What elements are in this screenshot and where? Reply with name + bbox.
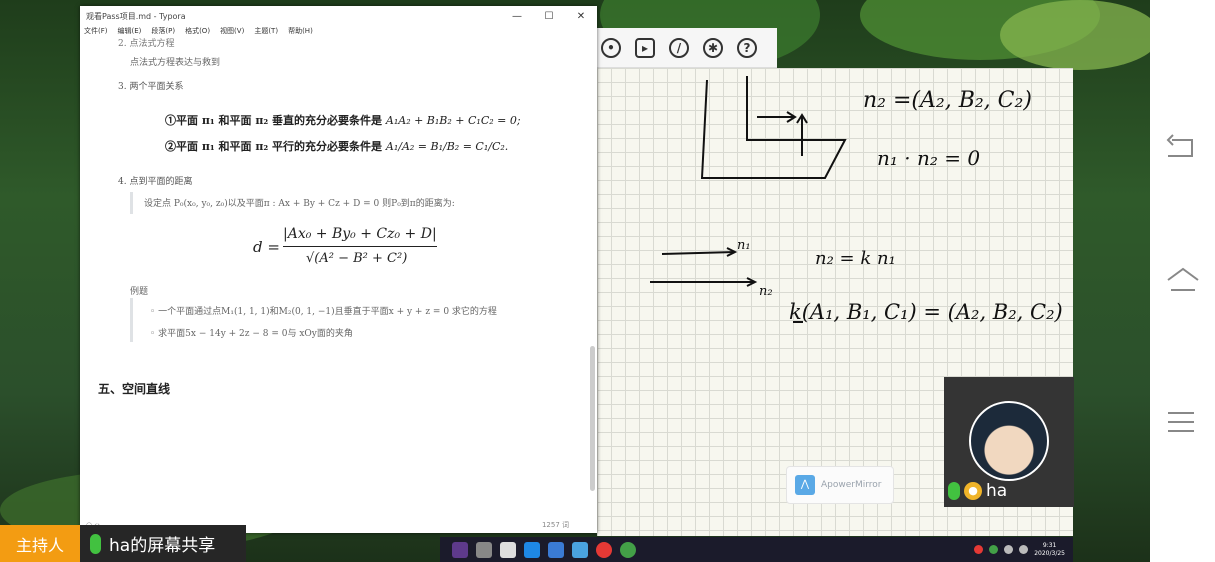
host-badge: 主持人 — [0, 525, 80, 562]
clock-time: 9:31 — [1042, 541, 1057, 549]
distance-lhs: d = — [253, 238, 280, 256]
taskbar-app-icon[interactable] — [452, 541, 468, 558]
handwriting-parallel-equation: n₂ = k n₁ — [815, 248, 896, 269]
brush-icon[interactable]: / — [669, 37, 689, 58]
help-icon[interactable]: ? — [737, 37, 757, 58]
document-content[interactable]: 2. 点法式方程 点法式方程表达与救到 3. 两个平面关系 ①平面 π₁ 和平面… — [80, 39, 597, 517]
parallel-formula: A₁/A₂ = B₁/B₂ = C₁/C₂. — [385, 140, 509, 153]
menu-view[interactable]: 视图(V) — [220, 26, 244, 40]
menu-help[interactable]: 帮助(H) — [288, 26, 313, 40]
apowermirror-logo-icon: ⋀ — [795, 475, 815, 495]
avatar — [969, 401, 1049, 481]
distance-denominator: √(A² − B² + C²) — [306, 251, 408, 266]
mic-icon — [948, 482, 960, 500]
handwriting-n2-definition: n₂ =(A₂, B₂, C₂) — [863, 88, 1032, 113]
heading-two-planes: 3. 两个平面关系 — [118, 82, 184, 92]
apowermirror-label: ApowerMirror — [821, 480, 882, 490]
distance-numerator: |Ax₀ + By₀ + Cz₀ + D| — [283, 226, 437, 242]
typora-window[interactable]: 观看Pass项目.md - Typora — ☐ ✕ 文件(F) 编辑(E) 段… — [80, 6, 597, 533]
scrollbar[interactable] — [590, 346, 595, 491]
menu-format[interactable]: 格式(O) — [185, 26, 210, 40]
typora-titlebar: 观看Pass项目.md - Typora — ☐ ✕ — [80, 6, 597, 26]
minimize-button[interactable]: — — [501, 11, 533, 22]
handwriting-dot-product: n₁ · n₂ = 0 — [877, 146, 981, 170]
taskbar-app-icon[interactable] — [476, 541, 492, 558]
screen-share-text: ha的屏幕共享 — [109, 536, 216, 556]
webcam-label: ● ha — [948, 481, 1007, 501]
menu-theme[interactable]: 主题(T) — [254, 26, 278, 40]
blockquote-bar — [130, 298, 133, 342]
maximize-button[interactable]: ☐ — [533, 11, 565, 22]
perpendicular-formula: A₁A₂ + B₁B₂ + C₁C₂ = 0; — [385, 114, 521, 127]
webcam-tile[interactable]: ● ha — [944, 377, 1074, 507]
parallel-condition: ②平面 π₁ 和平面 π₂ 平行的充分必要条件是 A₁/A₂ = B₁/B₂ =… — [165, 138, 508, 154]
example-2: ◦ 求平面5x − 14y + 2z − 8 = 0与 xOy面的夹角 — [150, 329, 353, 339]
example-1-text: 一个平面通过点M₁(1, 1, 1)和M₂(0, 1, −1)且垂直于平面x +… — [158, 307, 497, 317]
handwriting-n1-label: n₁ — [737, 238, 751, 253]
example-label: 例题 — [130, 287, 149, 297]
previous-heading: 2. 点法式方程 — [118, 39, 175, 49]
distance-given-text: 设定点 P₀(x₀, y₀, z₀)以及平面π : Ax + By + Cz +… — [144, 199, 455, 209]
foliage — [1000, 0, 1150, 70]
blockquote-bar — [130, 192, 133, 214]
edge-icon[interactable] — [524, 541, 540, 558]
desktop-background: • ▸ / ✱ ? n₂ =(A₂, B₂, C₂) n₁ · n₂ = 0 n… — [0, 0, 1150, 562]
parallel-text: ②平面 π₁ 和平面 π₂ 平行的充分必要条件是 — [165, 140, 386, 153]
android-nav-bar — [1150, 0, 1215, 562]
heading-distance: 4. 点到平面的距离 — [118, 177, 193, 187]
taskbar-app-icon[interactable] — [548, 541, 564, 558]
fraction-line — [283, 246, 437, 247]
back-icon[interactable] — [1166, 134, 1196, 160]
taskbar-app-icon[interactable] — [500, 541, 516, 558]
perpendicular-condition: ①平面 π₁ 和平面 π₂ 垂直的充分必要条件是 A₁A₂ + B₁B₂ + C… — [165, 112, 521, 128]
close-button[interactable]: ✕ — [565, 11, 597, 22]
heading-space-lines: 五、空间直线 — [98, 382, 171, 396]
handwriting-k-equation: k(A₁, B₁, C₁) = (A₂, B₂, C₂) — [789, 300, 1063, 324]
text-point-normal: 点法式方程表达与救到 — [130, 58, 221, 68]
system-tray: 9:31 2020/3/25 — [974, 542, 1073, 558]
home-icon[interactable] — [1166, 266, 1200, 294]
menu-icon[interactable] — [1166, 410, 1196, 434]
whiteboard-toolbar: • ▸ / ✱ ? — [597, 28, 777, 68]
apowermirror-watermark: ⋀ ApowerMirror — [786, 466, 894, 504]
menu-file[interactable]: 文件(F) — [84, 26, 108, 40]
camera-icon[interactable]: • — [601, 37, 621, 58]
tray-icon[interactable] — [1019, 545, 1029, 554]
clock-date: 2020/3/25 — [1034, 549, 1065, 557]
taskbar-app-icon[interactable] — [620, 541, 636, 558]
windows-taskbar: 9:31 2020/3/25 — [440, 537, 1073, 562]
window-title: 观看Pass项目.md - Typora — [86, 11, 186, 21]
taskbar-app-icon[interactable] — [596, 541, 612, 558]
example-2-text: 求平面5x − 14y + 2z − 8 = 0与 xOy面的夹角 — [158, 329, 353, 339]
gear-icon[interactable]: ✱ — [703, 37, 723, 58]
tray-icon[interactable] — [1004, 545, 1014, 554]
taskbar-app-icon[interactable] — [572, 541, 588, 558]
mic-icon — [90, 533, 101, 554]
video-icon[interactable]: ▸ — [635, 37, 655, 58]
perpendicular-text: ①平面 π₁ 和平面 π₂ 垂直的充分必要条件是 — [165, 114, 386, 127]
person-icon: ● — [964, 482, 982, 500]
system-clock[interactable]: 9:31 2020/3/25 — [1034, 542, 1065, 558]
screen-share-label: ha的屏幕共享 — [80, 525, 246, 562]
tray-icon[interactable] — [989, 545, 999, 554]
tray-icon[interactable] — [974, 545, 984, 554]
word-count: 1257 词 — [541, 521, 569, 529]
participant-name: ha — [986, 481, 1008, 501]
handwriting-n2-label: n₂ — [759, 284, 773, 299]
example-1: ◦ 一个平面通过点M₁(1, 1, 1)和M₂(0, 1, −1)且垂直于平面x… — [150, 307, 497, 317]
